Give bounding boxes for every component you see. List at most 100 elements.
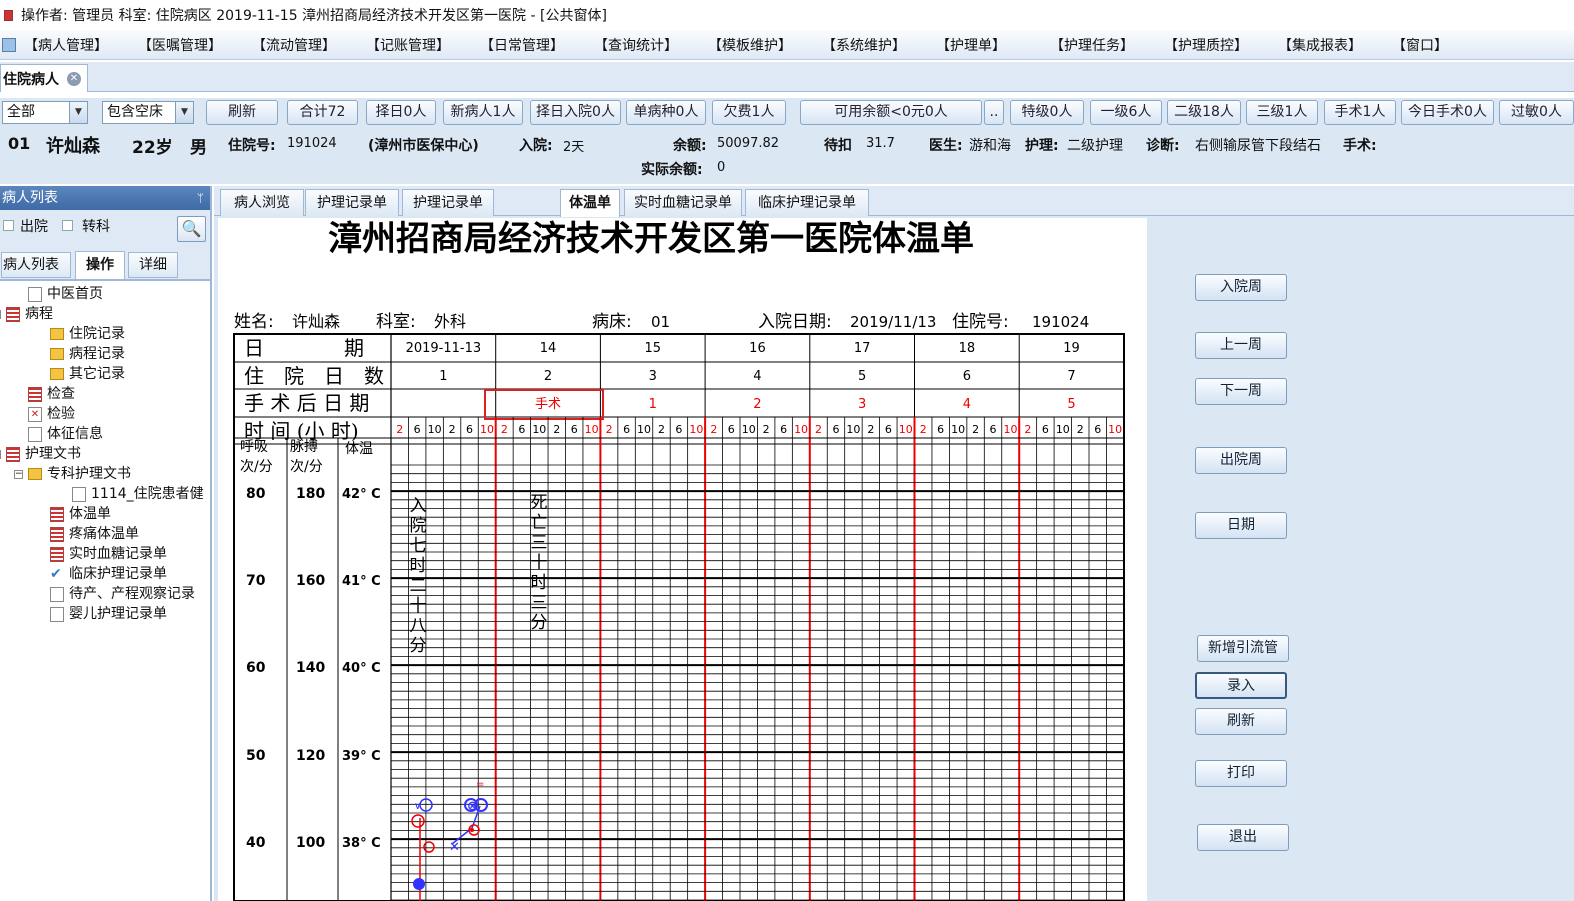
toolbar-button-5[interactable]: 单病种0人 (626, 100, 706, 125)
hour-label: 10 (637, 423, 651, 436)
menu-item-9[interactable]: 【护理任务】 (1050, 35, 1164, 55)
action-button-1[interactable]: 上一周 (1195, 332, 1287, 359)
action-button-9[interactable]: 退出 (1197, 824, 1289, 851)
toolbar-button-12[interactable]: 三级1人 (1246, 100, 1318, 125)
menu-item-3[interactable]: 【记账管理】 (366, 35, 480, 55)
tree-node-6[interactable]: ✕ 检验 (28, 404, 75, 424)
toolbar-button-15[interactable]: 过敏0人 (1499, 100, 1574, 125)
tree-node-0[interactable]: 中医首页 (28, 284, 103, 304)
tab-patient-list[interactable]: 病人列表 (1, 252, 71, 278)
action-button-4[interactable]: 日期 (1195, 512, 1287, 539)
tree-node-2[interactable]: 住院记录 (50, 324, 125, 344)
toolbar-button-0[interactable]: 刷新 (206, 100, 278, 125)
toolbar-button-13[interactable]: 手术1人 (1324, 100, 1396, 125)
tree-node-12[interactable]: 疼痛体温单 (50, 524, 139, 544)
menu-item-12[interactable]: 【窗口】 (1392, 35, 1506, 55)
transfer-checkbox[interactable] (62, 220, 73, 231)
menu-item-0[interactable]: 【病人管理】 (24, 35, 138, 55)
hour-label: 2 (658, 423, 665, 436)
collapse-icon[interactable]: − (0, 309, 1, 319)
doc-icon (28, 286, 42, 302)
menu-item-2[interactable]: 【流动管理】 (252, 35, 366, 55)
collapse-icon[interactable]: − (14, 469, 23, 479)
menu-item-1[interactable]: 【医嘱管理】 (138, 35, 252, 55)
window-menu-icon[interactable] (2, 37, 16, 52)
search-icon[interactable]: 🔍 (177, 216, 206, 242)
action-button-2[interactable]: 下一周 (1195, 378, 1287, 405)
day-cell: 6 (963, 369, 971, 384)
tab-details[interactable]: 详细 (128, 252, 178, 278)
pin-icon[interactable]: ᛘ (197, 186, 204, 210)
record-tab-2[interactable]: 护理记录单 (402, 189, 494, 216)
menu-item-6[interactable]: 【模板维护】 (708, 35, 822, 55)
close-icon[interactable]: ✕ (67, 71, 81, 86)
name-label: 姓名: (234, 312, 274, 332)
tree-node-10[interactable]: 1114_住院患者健 (72, 484, 204, 504)
toolbar-button-14[interactable]: 今日手术0人 (1401, 100, 1494, 125)
patient-name: 许灿森 (46, 136, 100, 157)
temp-value: 40° C (342, 661, 381, 676)
postop-cell: 1 (649, 397, 657, 412)
toolbar-button-10[interactable]: 一级6人 (1090, 100, 1162, 125)
resp-value: 80 (246, 486, 266, 502)
filter-all-select[interactable]: 全部 ▼ (2, 101, 88, 124)
tree-node-15[interactable]: 待产、产程观察记录 (50, 584, 195, 604)
hour-label: 2 (501, 423, 508, 436)
toolbar-button-3[interactable]: 新病人1人 (443, 100, 523, 125)
record-tab-5[interactable]: 实时血糖记录单 (624, 189, 742, 216)
toolbar-button-7[interactable]: 可用余额<0元0人 (800, 100, 982, 125)
action-button-7[interactable]: 刷新 (1195, 708, 1287, 735)
action-button-5[interactable]: 新增引流管 (1197, 635, 1289, 662)
tree-node-5[interactable]: 检查 (28, 384, 75, 404)
chevron-down-icon[interactable]: ▼ (69, 102, 87, 123)
menu-item-5[interactable]: 【查询统计】 (594, 35, 708, 55)
toolbar-button-1[interactable]: 合计72 (287, 100, 358, 125)
menu-item-7[interactable]: 【系统维护】 (822, 35, 936, 55)
dept-value: 外科 (434, 312, 466, 331)
tree-node-3[interactable]: 病程记录 (50, 344, 125, 364)
tree-node-4[interactable]: 其它记录 (50, 364, 125, 384)
tree-node-7[interactable]: 体征信息 (28, 424, 103, 444)
menu-item-10[interactable]: 【护理质控】 (1164, 35, 1278, 55)
tree-node-14[interactable]: ✔ 临床护理记录单 (50, 564, 167, 584)
menu-item-4[interactable]: 【日常管理】 (480, 35, 594, 55)
toolbar-button-8[interactable]: .. (984, 100, 1004, 125)
balance-label: 余额: (673, 138, 707, 154)
toolbar-button-2[interactable]: 择日0人 (366, 100, 436, 125)
menu-item-8[interactable]: 【护理单】 (936, 35, 1050, 55)
hour-label: 2 (867, 423, 874, 436)
action-button-6[interactable]: 录入 (1195, 672, 1287, 699)
resp-value: 70 (246, 573, 266, 589)
tree-node-16[interactable]: 婴儿护理记录单 (50, 604, 167, 624)
tree-node-1[interactable]: − 病程 (0, 304, 53, 324)
discharge-checkbox[interactable] (3, 220, 14, 231)
menu-item-11[interactable]: 【集成报表】 (1278, 35, 1392, 55)
note-admit: 十 (410, 596, 427, 616)
record-tab-6[interactable]: 临床护理记录单 (745, 189, 869, 216)
record-tab-1[interactable]: 护理记录单 (305, 189, 399, 216)
collapse-icon[interactable]: − (0, 449, 1, 459)
record-tab-4[interactable]: 体温单 (560, 189, 620, 217)
action-panel: 入院周上一周下一周出院周日期新增引流管录入刷新打印退出 (1147, 218, 1574, 901)
tab-operations[interactable]: 操作 (75, 251, 125, 279)
temperature-chart-sheet: 漳州招商局经济技术开发区第一医院体温单 姓名: 许灿森 科室: 外科 病床: 01 入院日期:… (218, 218, 1147, 901)
hour-label: 2 (763, 423, 770, 436)
record-tab-0[interactable]: 病人浏览 (220, 189, 304, 216)
filter-bed-select[interactable]: 包含空床 ▼ (102, 101, 194, 124)
tree-node-11[interactable]: 体温单 (50, 504, 111, 524)
chevron-down-icon[interactable]: ▼ (175, 102, 193, 123)
hour-label: 2 (606, 423, 613, 436)
toolbar-button-9[interactable]: 特级0人 (1010, 100, 1084, 125)
doc-tab-inpatient[interactable]: 住院病人 ✕ (0, 64, 88, 92)
toolbar-button-11[interactable]: 二级18人 (1167, 100, 1241, 125)
tree-node-8[interactable]: − 护理文书 (0, 444, 81, 464)
toolbar-button-6[interactable]: 欠费1人 (712, 100, 786, 125)
action-button-0[interactable]: 入院周 (1195, 274, 1287, 301)
tree-node-label: 中医首页 (47, 286, 103, 302)
tree-node-9[interactable]: − 专科护理文书 (14, 464, 131, 484)
action-button-3[interactable]: 出院周 (1195, 447, 1287, 474)
tree-node-13[interactable]: 实时血糖记录单 (50, 544, 167, 564)
action-button-8[interactable]: 打印 (1195, 760, 1287, 787)
note-death: 三 (531, 533, 548, 553)
toolbar-button-4[interactable]: 择日入院0人 (530, 100, 621, 125)
